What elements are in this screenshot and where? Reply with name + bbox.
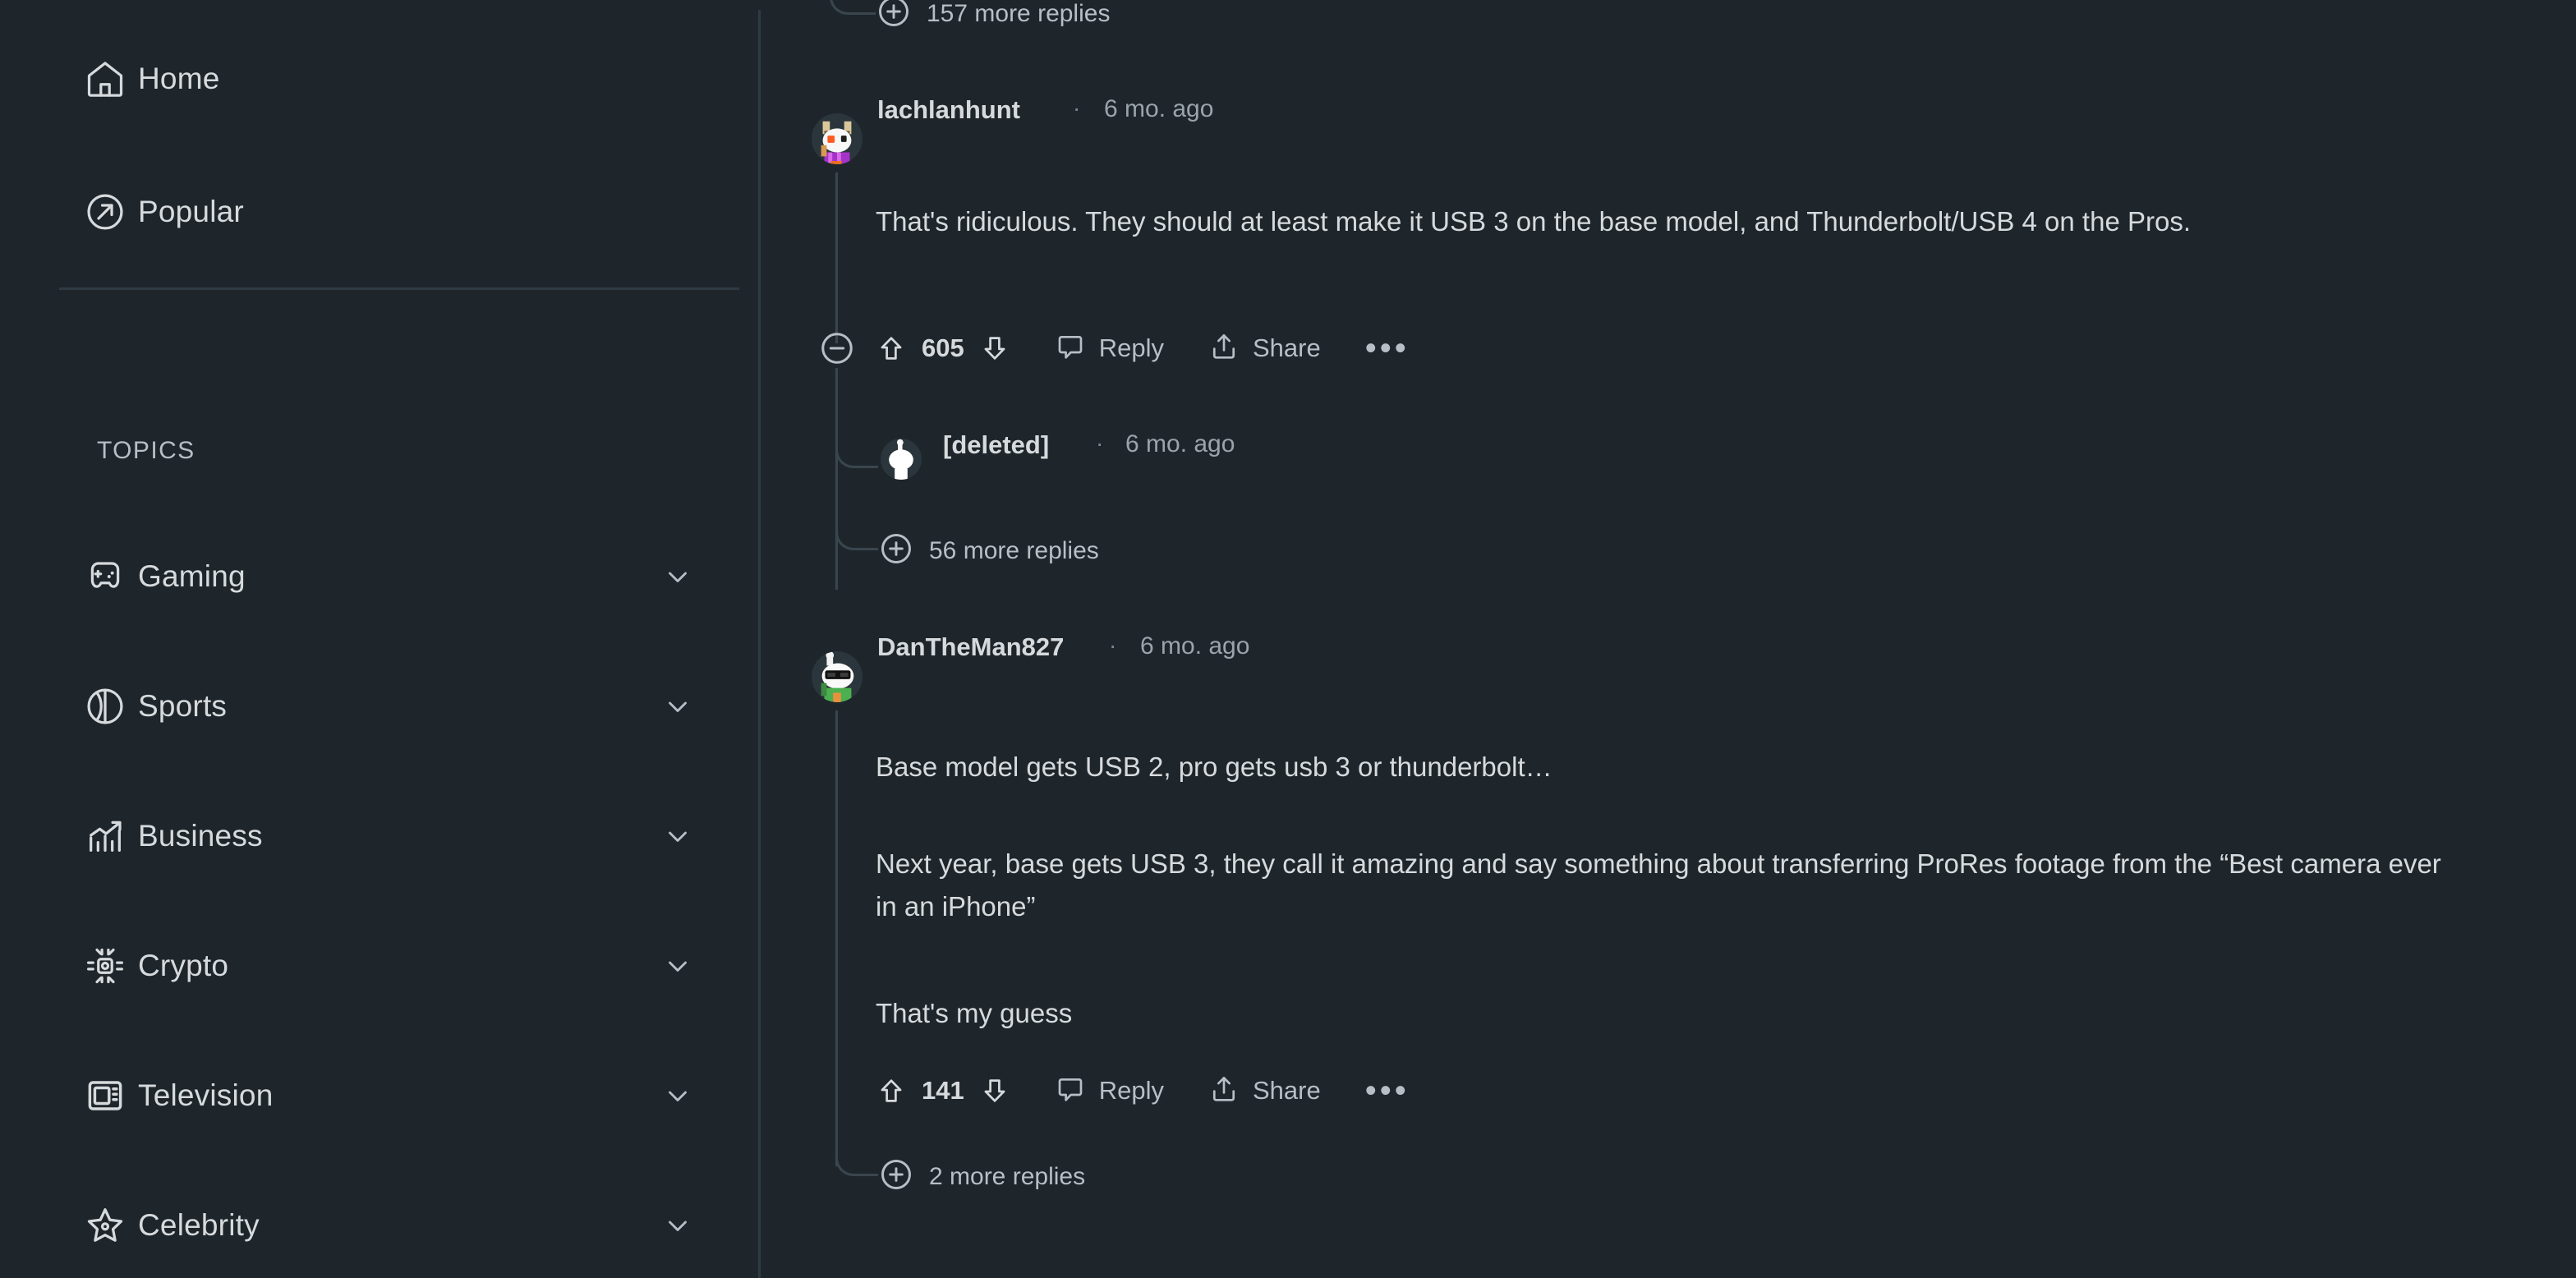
comment-body-paragraph: Next year, base gets USB 3, they call it… [876,848,2441,922]
share-label: Share [1253,333,1321,362]
comments-column: 157 more replies lachlanhunt · 6 mo. ago… [761,0,2576,1278]
comment-timestamp[interactable]: 6 mo. ago [1140,632,1249,660]
sidebar-item-gaming[interactable]: Gaming [59,537,739,616]
vote-score: 605 [922,333,964,362]
chevron-down-icon[interactable] [662,1080,693,1111]
sidebar-item-label: Television [138,1078,274,1112]
ellipsis-icon[interactable]: ••• [1365,332,1410,365]
downvote-button[interactable] [979,1075,1010,1106]
sidebar-item-label: Gaming [138,559,246,593]
chevron-down-icon[interactable] [662,691,693,722]
avatar-lachlanhunt[interactable] [812,113,862,164]
upvote-button[interactable] [876,333,907,364]
thread-line-vertical [835,172,838,343]
share-upload-icon [1208,331,1240,366]
television-icon [59,1074,138,1117]
comment-timestamp[interactable]: 6 mo. ago [1125,430,1235,458]
vote-score: 141 [922,1076,964,1105]
sidebar-item-popular[interactable]: Popular [59,172,739,251]
sidebar-divider [59,287,739,290]
sidebar-section-topics-header: TOPICS [97,437,196,464]
comment-author-link[interactable]: DanTheMan827 [877,632,1064,662]
thread-line-curve [835,1117,878,1176]
sidebar-item-home[interactable]: Home [59,39,739,118]
more-replies-label: 157 more replies [927,0,1111,27]
sidebar-item-celebrity[interactable]: Celebrity [59,1186,739,1265]
chevron-down-icon[interactable] [662,1210,693,1241]
comment-body-paragraph: Base model gets USB 2, pro gets usb 3 or… [876,752,1552,782]
avatar-deleted[interactable] [881,439,922,480]
comment-author-link[interactable]: lachlanhunt [877,95,1020,125]
comment-actionbar: 141 Reply Share ••• [876,1066,1410,1115]
thread-line-curve [830,0,876,15]
comment-author-deleted: [deleted] [943,430,1050,459]
comment-timestamp[interactable]: 6 mo. ago [1104,95,1213,123]
star-icon [59,1204,138,1247]
thread-line-curve [835,491,878,550]
sidebar-item-sports[interactable]: Sports [59,667,739,746]
plus-circle-icon [878,531,914,571]
reply-label: Reply [1098,1076,1164,1105]
meta-separator: · [1096,430,1104,456]
sports-ball-icon [59,685,138,728]
thread-line-curve [835,417,878,468]
sidebar-item-business[interactable]: Business [59,797,739,876]
sidebar-item-label: Home [138,62,220,95]
crypto-icon [59,945,138,987]
chart-bars-icon [59,815,138,857]
collapse-thread-button[interactable] [818,329,856,367]
comment-body-paragraph: That's my guess [876,998,1073,1028]
popular-arrow-icon [59,191,138,233]
sidebar-item-label: Popular [138,195,244,228]
chevron-down-icon[interactable] [662,561,693,592]
comment-bubble-icon [1055,331,1086,366]
meta-separator: · [1109,632,1117,658]
sidebar-item-label: Business [138,819,263,853]
upvote-button[interactable] [876,1075,907,1106]
ellipsis-icon[interactable]: ••• [1365,1074,1410,1107]
sidebar-item-label: Crypto [138,949,229,982]
avatar-dantheman827[interactable] [812,651,862,702]
meta-separator: · [1073,95,1081,121]
chevron-down-icon[interactable] [662,821,693,852]
left-sidebar: Home Popular TOPICS Gaming Sports Busine… [0,0,760,1278]
chevron-down-icon[interactable] [662,950,693,981]
plus-circle-icon [878,1156,914,1197]
home-icon [59,57,138,100]
sidebar-item-television[interactable]: Television [59,1056,739,1135]
share-button[interactable]: Share [1208,331,1321,366]
reply-button[interactable]: Reply [1055,331,1164,366]
more-replies-label: 56 more replies [929,536,1099,564]
sidebar-item-crypto[interactable]: Crypto [59,926,739,1005]
share-button[interactable]: Share [1208,1073,1321,1109]
reply-label: Reply [1098,333,1164,362]
sidebar-item-label: Sports [138,689,228,723]
more-replies-label: 2 more replies [929,1162,1086,1190]
comment-body: That's ridiculous. They should at least … [876,206,2191,237]
sidebar-item-label: Celebrity [138,1208,260,1242]
gamepad-icon [59,555,138,598]
downvote-button[interactable] [979,333,1010,364]
reply-button[interactable]: Reply [1055,1073,1164,1109]
comment-actionbar: 605 Reply Share ••• [876,324,1410,373]
comment-bubble-icon [1055,1073,1086,1109]
thread-line-vertical [835,368,838,590]
plus-circle-icon [876,0,912,34]
more-replies-2[interactable]: 2 more replies [878,1156,1085,1197]
reddit-comments-page: Home Popular TOPICS Gaming Sports Busine… [0,0,2576,1278]
more-replies-56[interactable]: 56 more replies [878,531,1099,571]
share-label: Share [1253,1076,1321,1105]
thread-line-vertical [835,710,838,1166]
share-upload-icon [1208,1073,1240,1109]
more-replies-157[interactable]: 157 more replies [876,0,1110,34]
